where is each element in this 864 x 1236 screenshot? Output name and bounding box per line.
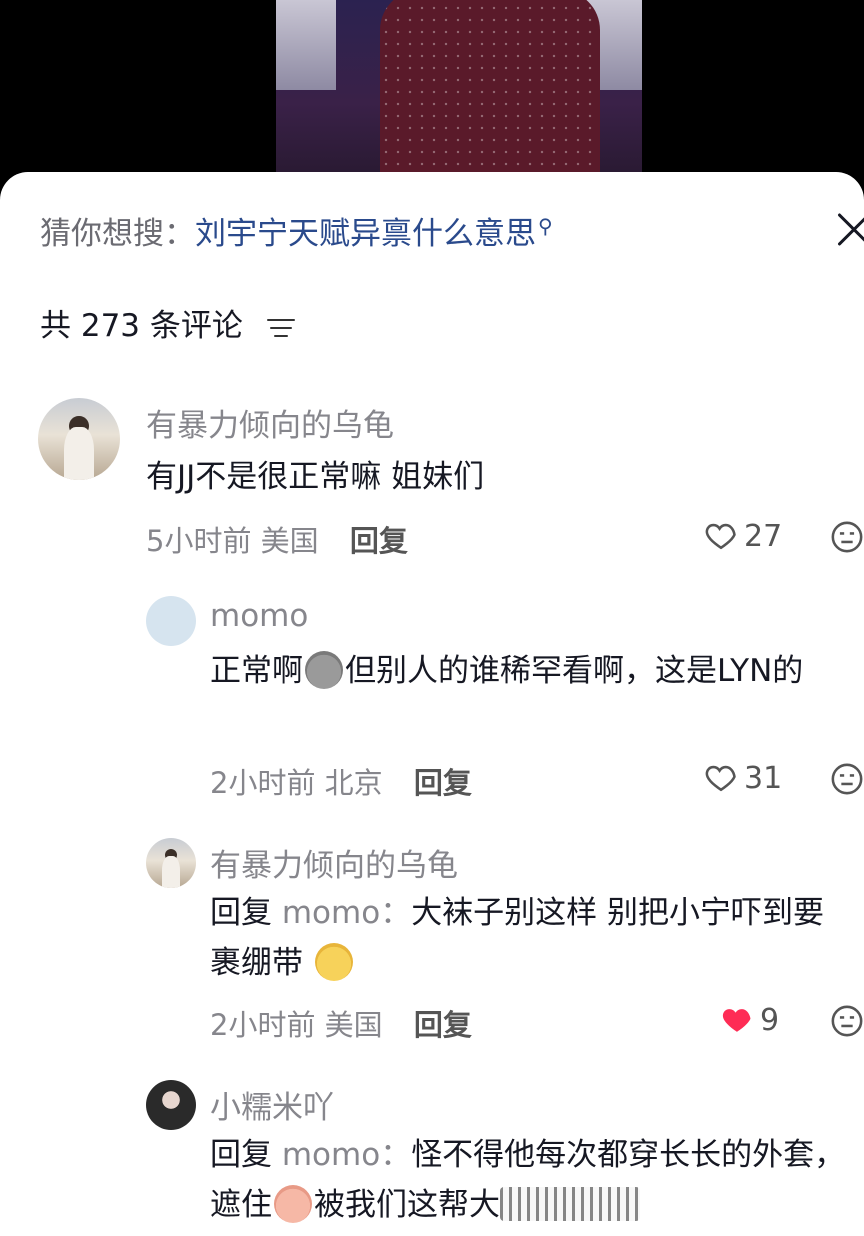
dislike-face-icon[interactable] (830, 1004, 864, 1038)
comments-count: 共 273 条评论 (40, 308, 243, 344)
like-button[interactable]: 31 (704, 760, 782, 796)
comment-username[interactable]: 有暴力倾向的乌龟 (146, 400, 394, 445)
search-suggestion[interactable]: 猜你想搜：刘宇宁天赋异禀什么意思 ⚲ (40, 208, 553, 253)
close-icon[interactable] (832, 210, 864, 250)
reply-target-name[interactable]: momo： (282, 1137, 411, 1173)
avatar[interactable] (38, 398, 120, 480)
reply-target-name[interactable]: momo： (282, 895, 411, 931)
search-suggestion-label: 猜你想搜： (40, 216, 195, 252)
dislike-face-icon[interactable] (830, 762, 864, 796)
comment-text: 回复 momo：怪不得他每次都穿长长的外套，遮住 被我们这帮大 (210, 1130, 860, 1230)
comment-meta: 5小时前 美国 回复 (146, 518, 408, 560)
comment-location: 美国 (324, 1008, 383, 1042)
dislike-face-icon[interactable] (830, 520, 864, 554)
heart-filled-icon (722, 1009, 751, 1032)
avatar[interactable] (146, 596, 196, 646)
reply-button[interactable]: 回复 (350, 524, 408, 558)
comment-username[interactable]: 小糯米吖 (210, 1082, 334, 1127)
search-suggestion-term[interactable]: 刘宇宁天赋异禀什么意思 (195, 216, 536, 252)
avatar[interactable] (146, 838, 196, 888)
comment-text-part: 但别人的谁稀罕看啊，这是LYN的 (345, 653, 804, 689)
crying-laugh-emoji (274, 1185, 312, 1223)
gray-face-emoji (305, 651, 343, 689)
like-count: 9 (760, 1003, 780, 1038)
comment-username[interactable]: 有暴力倾向的乌龟 (210, 840, 458, 885)
comment-meta: 2小时前 美国 回复 (210, 1002, 472, 1044)
heart-outline-icon (705, 765, 736, 792)
comments-sheet: 猜你想搜：刘宇宁天赋异禀什么意思 ⚲ 共 273 条评论 有暴力倾向的乌龟 有JJ… (0, 172, 864, 1236)
avatar[interactable] (146, 1080, 196, 1130)
background-sign-left (276, 0, 336, 90)
sequined-dress-figure (380, 0, 600, 172)
comment-text: 回复 momo：大袜子别这样 别把小宁吓到要裹绷带 (210, 888, 850, 988)
comment-time: 2小时前 (210, 766, 316, 800)
like-button[interactable]: 27 (704, 518, 782, 554)
reply-prefix: 回复 (210, 1137, 272, 1173)
sort-filter-icon[interactable] (266, 316, 295, 338)
like-button[interactable]: 9 (720, 1002, 779, 1038)
comment-location: 美国 (260, 524, 319, 558)
video-preview-area[interactable] (0, 0, 864, 190)
reply-prefix: 回复 (210, 895, 272, 931)
search-icon[interactable]: ⚲ (538, 214, 553, 238)
comment-username[interactable]: momo (210, 598, 308, 634)
reply-button[interactable]: 回复 (414, 766, 472, 800)
video-thumbnail[interactable] (276, 0, 642, 172)
comment-meta: 2小时前 北京 回复 (210, 760, 472, 802)
watermark-overlay (500, 1187, 640, 1221)
yellow-face-emoji (314, 943, 353, 981)
comment-text-part: 正常啊 (210, 653, 303, 689)
comments-count-row: 共 273 条评论 (40, 300, 295, 345)
comment-time: 2小时前 (210, 1008, 316, 1042)
comment-time: 5小时前 (146, 524, 252, 558)
heart-outline-icon (705, 523, 736, 550)
comment-text: 有JJ不是很正常嘛 姐妹们 (146, 459, 485, 495)
reply-button[interactable]: 回复 (414, 1008, 472, 1042)
comment-location: 北京 (324, 766, 383, 800)
like-count: 27 (744, 519, 783, 554)
comment-text: 正常啊 但别人的谁稀罕看啊，这是LYN的 (210, 646, 850, 696)
like-count: 31 (744, 761, 783, 796)
comment-text-part: 被我们这帮大 (314, 1187, 500, 1223)
